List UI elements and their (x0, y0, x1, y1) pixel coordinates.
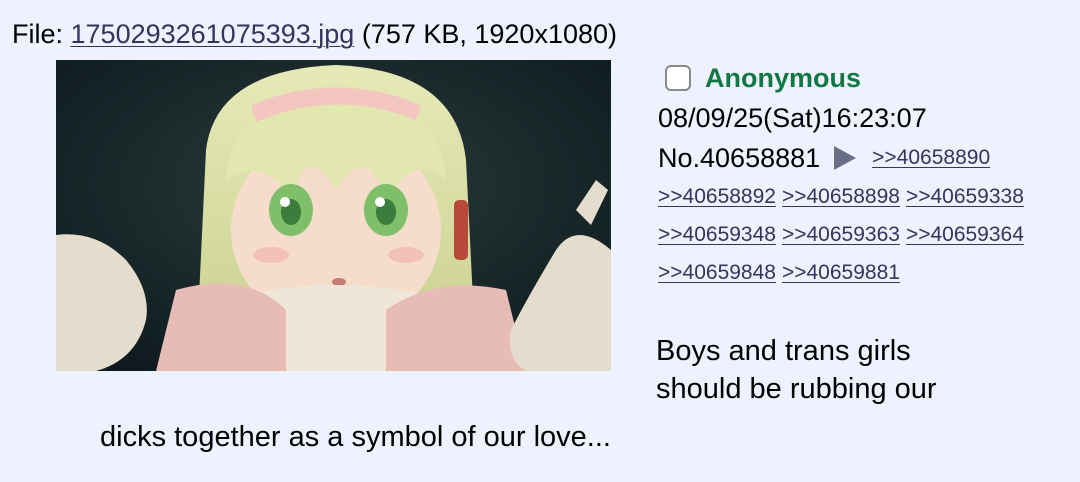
reply-link[interactable]: >>40659364 (906, 223, 1024, 246)
triangle-right-icon[interactable] (834, 146, 857, 170)
reply-link[interactable]: >>40658890 (872, 146, 990, 169)
datetime-row: 08/09/25(Sat)16:23:07 (658, 98, 1073, 138)
file-link[interactable]: 1750293261075393.jpg (71, 19, 355, 49)
message-line: should be rubbing our (656, 373, 937, 405)
file-info: File: 1750293261075393.jpg (757 KB, 1920… (12, 16, 617, 52)
post-datetime: 08/09/25(Sat)16:23:07 (658, 103, 927, 133)
post-number[interactable]: No.40658881 (658, 138, 820, 178)
number-row: No.40658881 >>40658890 (658, 138, 1073, 178)
file-label: File: (12, 19, 71, 49)
reply-link[interactable]: >>40659848 (658, 261, 776, 284)
reply-links: >>40658892 >>40658898 >>40659338 >>4065934… (658, 178, 1073, 292)
message-line: dicks together as a symbol of our love..… (100, 421, 611, 453)
reply-link[interactable]: >>40659881 (782, 261, 900, 284)
post-thumbnail[interactable] (56, 60, 611, 371)
post-info: Anonymous 08/09/25(Sat)16:23:07 No.40658… (658, 58, 1073, 292)
file-meta: (757 KB, 1920x1080) (354, 19, 617, 49)
name-row: Anonymous (658, 58, 1073, 98)
message-line: Boys and trans girls (656, 335, 911, 367)
thumbnail-image (56, 60, 611, 371)
reply-link[interactable]: >>40659348 (658, 223, 776, 246)
reply-link[interactable]: >>40659338 (906, 185, 1024, 208)
post-message-top: Boys and trans girls should be rubbing o… (656, 332, 937, 408)
reply-link[interactable]: >>40659363 (782, 223, 900, 246)
post-message-bottom: dicks together as a symbol of our love..… (100, 418, 611, 456)
checkbox-icon[interactable] (665, 65, 691, 91)
poster-name: Anonymous (705, 63, 862, 93)
reply-link[interactable]: >>40658898 (782, 185, 900, 208)
reply-link[interactable]: >>40658892 (658, 185, 776, 208)
